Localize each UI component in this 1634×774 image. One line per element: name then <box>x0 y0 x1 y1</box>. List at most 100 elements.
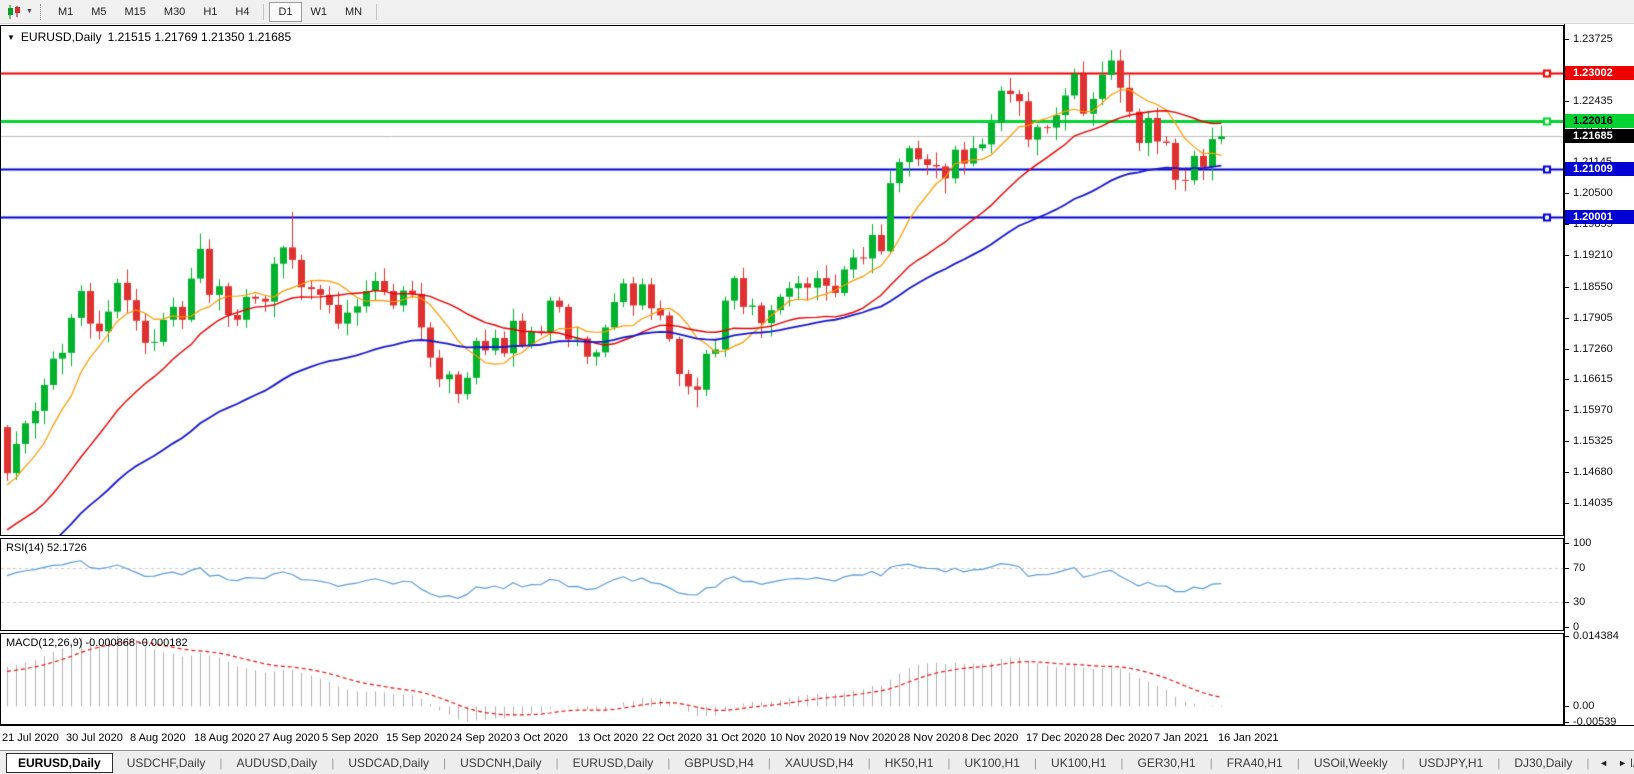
tab-separator: | <box>331 756 334 770</box>
tab-separator: | <box>219 756 222 770</box>
tab-scroll-left-icon[interactable]: ◄ <box>1599 758 1608 768</box>
tab-separator: | <box>667 756 670 770</box>
timeframe-buttons: M1M5M15M30H1H4 D1W1MN <box>49 2 382 22</box>
chart-tab-eurusd-daily[interactable]: EURUSD,Daily <box>560 753 667 773</box>
tab-scroll-right-icon[interactable]: ► <box>1618 758 1627 768</box>
trading-platform-window: ▼ M1M5M15M30H1H4 D1W1MN ▼ EURUSD,Daily 1.… <box>0 0 1634 774</box>
date-axis-label: 28 Nov 2020 <box>898 732 960 744</box>
rsi-axis-tick: 100 <box>1565 537 1634 549</box>
rsi-label: RSI(14) 52.1726 <box>6 542 87 554</box>
price-axis-tick: 1.14680 <box>1565 466 1634 478</box>
price-axis-tick: 1.17260 <box>1565 343 1634 355</box>
chart-tab-usdchf-daily[interactable]: USDCHF,Daily <box>114 753 219 773</box>
timeframe-toolbar: ▼ M1M5M15M30H1H4 D1W1MN <box>0 0 1634 24</box>
toolbar-separator <box>263 4 264 20</box>
main-chart-panel: ▼ EURUSD,Daily 1.21515 1.21769 1.21350 1… <box>0 25 1564 536</box>
rsi-axis-tick: 30 <box>1565 596 1634 608</box>
price-axis-tick: 1.16615 <box>1565 373 1634 385</box>
price-axis-tick: 1.22435 <box>1565 95 1634 107</box>
price-axis-tick: 1.15970 <box>1565 404 1634 416</box>
price-axis-tick: 1.17905 <box>1565 312 1634 324</box>
chart-tab-usdcnh-daily[interactable]: USDCNH,Daily <box>447 753 554 773</box>
macd-canvas[interactable] <box>1 634 1563 724</box>
price-axis-tick: 1.14035 <box>1565 497 1634 509</box>
date-axis-label: 30 Jul 2020 <box>66 732 123 744</box>
price-axis-tick: 1.20500 <box>1565 187 1634 199</box>
date-axis-label: 5 Sep 2020 <box>322 732 378 744</box>
tab-separator: | <box>443 756 446 770</box>
date-axis-label: 10 Nov 2020 <box>770 732 832 744</box>
timeframe-button-m1[interactable]: M1 <box>49 2 82 22</box>
date-axis-label: 27 Aug 2020 <box>258 732 320 744</box>
tab-scroll-arrows: ◄ ► <box>1595 751 1631 774</box>
toolbar-separator <box>376 4 377 20</box>
chart-tool-icon[interactable] <box>6 5 22 19</box>
chart-tab-uk100-h1[interactable]: UK100,H1 <box>952 753 1033 773</box>
main-chart-canvas[interactable] <box>1 26 1563 535</box>
rsi-canvas[interactable] <box>1 539 1563 630</box>
rsi-indicator-panel: RSI(14) 52.1726 <box>0 538 1564 631</box>
tab-separator: | <box>1586 756 1589 770</box>
price-axis-tick: 1.18550 <box>1565 281 1634 293</box>
timeframe-button-mn[interactable]: MN <box>336 2 371 22</box>
date-axis-label: 16 Jan 2021 <box>1218 732 1279 744</box>
chart-tab-eurusd-daily[interactable]: EURUSD,Daily <box>6 753 113 773</box>
chart-tab-audusd-daily[interactable]: AUDUSD,Daily <box>224 753 331 773</box>
price-axis: 1.237251.224351.217901.211451.205001.198… <box>1564 24 1634 725</box>
price-axis-tick: 1.15325 <box>1565 435 1634 447</box>
chart-tab-hk50-h1[interactable]: HK50,H1 <box>872 753 947 773</box>
date-axis: 21 Jul 202030 Jul 20208 Aug 202018 Aug 2… <box>0 725 1634 750</box>
chart-tab-uk100-h1[interactable]: UK100,H1 <box>1038 753 1119 773</box>
tab-separator: | <box>1297 756 1300 770</box>
tab-separator: | <box>1497 756 1500 770</box>
date-axis-label: 24 Sep 2020 <box>450 732 512 744</box>
macd-label: MACD(12,26,9) -0.000868 -0.000182 <box>6 637 188 649</box>
timeframe-button-m30[interactable]: M30 <box>155 2 194 22</box>
timeframe-button-d1[interactable]: D1 <box>269 2 301 22</box>
collapse-icon[interactable]: ▼ <box>7 33 15 42</box>
chart-tab-usoil-weekly[interactable]: USOil,Weekly <box>1301 753 1401 773</box>
timeframe-button-h1[interactable]: H1 <box>194 2 226 22</box>
date-axis-label: 17 Dec 2020 <box>1026 732 1088 744</box>
chart-tab-gbpusd-h4[interactable]: GBPUSD,H4 <box>671 753 766 773</box>
price-level-badge[interactable]: 1.20001 <box>1565 210 1634 224</box>
macd-axis-tick-zero: 0.00 <box>1565 700 1634 712</box>
chart-tab-xauusd-h4[interactable]: XAUUSD,H4 <box>772 753 867 773</box>
chart-tab-fra40-h1[interactable]: FRA40,H1 <box>1214 753 1296 773</box>
tab-separator: | <box>555 756 558 770</box>
tab-separator: | <box>1034 756 1037 770</box>
toolbar-grip-handle[interactable] <box>40 4 42 20</box>
chart-tab-dj30-daily[interactable]: DJ30,Daily <box>1501 753 1585 773</box>
date-axis-label: 21 Jul 2020 <box>2 732 59 744</box>
date-axis-label: 7 Jan 2021 <box>1154 732 1208 744</box>
timeframe-button-h4[interactable]: H4 <box>226 2 258 22</box>
tab-separator: | <box>1210 756 1213 770</box>
chart-tabs: EURUSD,DailyUSDCHF,Daily|AUDUSD,Daily|US… <box>6 753 1634 773</box>
date-axis-label: 13 Oct 2020 <box>578 732 638 744</box>
tab-separator: | <box>947 756 950 770</box>
chart-title: ▼ EURUSD,Daily 1.21515 1.21769 1.21350 1… <box>7 30 291 44</box>
chart-tab-ger30-h1[interactable]: GER30,H1 <box>1125 753 1209 773</box>
price-level-badge[interactable]: 1.22016 <box>1565 114 1634 128</box>
macd-axis-tick-max: 0.014384 <box>1565 630 1634 642</box>
chart-tab-usdcad-daily[interactable]: USDCAD,Daily <box>335 753 442 773</box>
price-level-badge[interactable]: 1.23002 <box>1565 66 1634 80</box>
tab-separator: | <box>868 756 871 770</box>
timeframe-button-m15[interactable]: M15 <box>116 2 155 22</box>
current-price-badge: 1.21685 <box>1565 129 1634 143</box>
price-level-badge[interactable]: 1.21009 <box>1565 162 1634 176</box>
date-axis-label: 3 Oct 2020 <box>514 732 568 744</box>
chart-tab-usdjpy-h1[interactable]: USDJPY,H1 <box>1406 753 1496 773</box>
macd-indicator-panel: MACD(12,26,9) -0.000868 -0.000182 <box>0 633 1564 725</box>
date-axis-label: 22 Oct 2020 <box>642 732 702 744</box>
date-axis-label: 8 Dec 2020 <box>962 732 1018 744</box>
date-axis-label: 28 Dec 2020 <box>1090 732 1152 744</box>
date-axis-label: 15 Sep 2020 <box>386 732 448 744</box>
tab-separator: | <box>768 756 771 770</box>
timeframe-button-m5[interactable]: M5 <box>82 2 115 22</box>
date-axis-label: 19 Nov 2020 <box>834 732 896 744</box>
timeframe-button-w1[interactable]: W1 <box>302 2 337 22</box>
chart-symbol-period: EURUSD,Daily <box>21 30 102 44</box>
date-axis-label: 31 Oct 2020 <box>706 732 766 744</box>
toolbar-dropdown-icon[interactable]: ▼ <box>26 8 33 15</box>
